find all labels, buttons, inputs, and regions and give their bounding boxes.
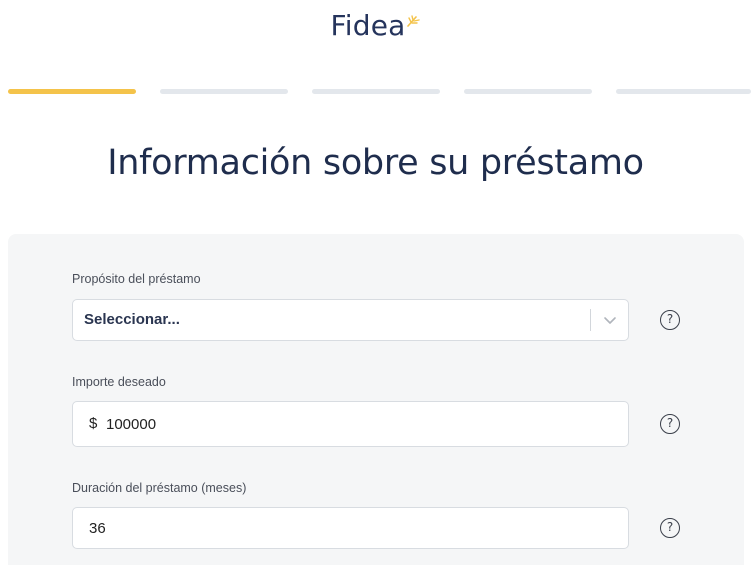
progress-step-5 [616, 89, 751, 94]
amount-input[interactable] [73, 402, 628, 446]
select-divider [590, 309, 591, 331]
duration-field[interactable] [72, 507, 629, 549]
purpose-select-value: Seleccionar... [84, 311, 180, 328]
brand-name: Fidea [330, 9, 406, 42]
duration-input[interactable] [73, 508, 628, 548]
purpose-label: Propósito del préstamo [72, 272, 201, 286]
amount-field[interactable]: $ [72, 401, 629, 447]
amount-help-icon[interactable]: ? [660, 414, 680, 434]
brand-mark-icon [406, 15, 420, 27]
purpose-help-icon[interactable]: ? [660, 310, 680, 330]
progress-step-1 [8, 89, 136, 94]
loan-form-panel: Propósito del préstamo Seleccionar... ? … [8, 234, 744, 565]
logo: Fidea [0, 10, 751, 42]
purpose-select[interactable]: Seleccionar... [72, 299, 629, 341]
progress-step-3 [312, 89, 440, 94]
duration-help-icon[interactable]: ? [660, 518, 680, 538]
progress-step-2 [160, 89, 288, 94]
amount-label: Importe deseado [72, 375, 166, 389]
page-title: Información sobre su préstamo [107, 143, 644, 183]
step-progress [8, 89, 751, 95]
duration-label: Duración del préstamo (meses) [72, 481, 247, 495]
progress-step-4 [464, 89, 592, 94]
chevron-down-icon[interactable] [603, 313, 617, 327]
